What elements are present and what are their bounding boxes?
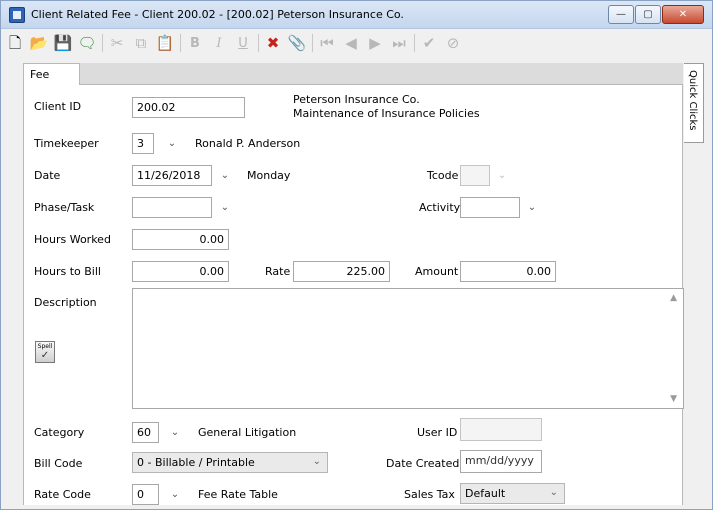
- accept-icon[interactable]: ✔: [419, 33, 439, 53]
- spell-label: Spell: [37, 343, 53, 350]
- activity-dropdown-icon[interactable]: ⌄: [524, 198, 540, 216]
- delete-icon[interactable]: ✖: [263, 33, 283, 53]
- date-dropdown-icon[interactable]: ⌄: [217, 166, 233, 184]
- user-id-label: User ID: [417, 426, 458, 439]
- quick-clicks-tab[interactable]: Quick Clicks: [684, 63, 704, 143]
- date-label: Date: [34, 169, 61, 182]
- matter-description: Maintenance of Insurance Policies: [293, 107, 480, 120]
- hours-worked-label: Hours Worked: [34, 233, 111, 246]
- description-textarea[interactable]: ▲ ▼: [132, 288, 684, 409]
- timekeeper-label: Timekeeper: [34, 137, 99, 150]
- activity-field[interactable]: [460, 197, 520, 218]
- activity-label: Activity: [419, 201, 461, 214]
- chevron-down-icon: ⌄: [549, 487, 558, 498]
- notes-icon[interactable]: 🗨: [77, 33, 97, 53]
- timekeeper-dropdown-icon[interactable]: ⌄: [164, 134, 180, 152]
- cut-icon[interactable]: ✂: [107, 33, 127, 53]
- bill-code-select[interactable]: 0 - Billable / Printable ⌄: [132, 452, 328, 473]
- tab-fee[interactable]: Fee: [23, 63, 80, 86]
- tcode-label: Tcode: [427, 169, 459, 182]
- previous-icon[interactable]: ◀: [341, 33, 361, 53]
- new-icon[interactable]: 🗋: [5, 33, 25, 53]
- next-icon[interactable]: ▶: [365, 33, 385, 53]
- toolbar-separator: [102, 34, 103, 52]
- amount-field[interactable]: 0.00: [460, 261, 556, 282]
- last-icon[interactable]: ⏭: [389, 33, 409, 53]
- app-icon: [9, 7, 25, 23]
- quick-clicks-label: Quick Clicks: [687, 70, 698, 131]
- save-icon[interactable]: 💾: [53, 33, 73, 53]
- client-id-label: Client ID: [34, 100, 82, 113]
- hours-to-bill-label: Hours to Bill: [34, 265, 101, 278]
- phase-task-field[interactable]: [132, 197, 212, 218]
- underline-icon[interactable]: U: [233, 33, 253, 53]
- phase-task-label: Phase/Task: [34, 201, 95, 214]
- window-title: Client Related Fee - Client 200.02 - [20…: [31, 8, 404, 21]
- category-label: Category: [34, 426, 85, 439]
- sales-tax-label: Sales Tax: [404, 488, 455, 501]
- sales-tax-select[interactable]: Default ⌄: [460, 483, 565, 504]
- italic-icon[interactable]: I: [209, 33, 229, 53]
- client-id-field[interactable]: 200.02: [132, 97, 245, 118]
- spell-check-button[interactable]: Spell ✓: [35, 341, 55, 363]
- date-field[interactable]: 11/26/2018: [132, 165, 212, 186]
- scroll-up-icon[interactable]: ▲: [670, 293, 677, 303]
- close-button[interactable]: ✕: [662, 5, 704, 24]
- rate-code-field[interactable]: 0: [132, 484, 159, 505]
- category-name: General Litigation: [198, 426, 297, 439]
- hours-worked-field[interactable]: 0.00: [132, 229, 229, 250]
- category-dropdown-icon[interactable]: ⌄: [167, 423, 183, 441]
- toolbar-separator: [180, 34, 181, 52]
- paste-icon[interactable]: 📋: [155, 33, 175, 53]
- date-created-label: Date Created: [386, 457, 460, 470]
- tab-strip: Fee: [23, 63, 683, 86]
- maximize-button[interactable]: ▢: [635, 5, 661, 24]
- tcode-dropdown-icon[interactable]: ⌄: [494, 166, 510, 184]
- phase-task-dropdown-icon[interactable]: ⌄: [217, 198, 233, 216]
- rate-label: Rate: [265, 265, 291, 278]
- description-label: Description: [34, 296, 97, 309]
- chevron-down-icon: ⌄: [312, 456, 321, 467]
- bill-code-value: 0 - Billable / Printable: [137, 456, 255, 469]
- tcode-field[interactable]: [460, 165, 490, 186]
- first-icon[interactable]: ⏮: [317, 33, 337, 53]
- timekeeper-field[interactable]: 3: [132, 133, 154, 154]
- date-created-field[interactable]: mm/dd/yyyy: [460, 450, 542, 473]
- minimize-button[interactable]: —: [608, 5, 634, 24]
- timekeeper-name: Ronald P. Anderson: [195, 137, 301, 150]
- attach-icon[interactable]: 📎: [287, 33, 307, 53]
- bold-icon[interactable]: B: [185, 33, 205, 53]
- title-bar[interactable]: Client Related Fee - Client 200.02 - [20…: [1, 1, 712, 29]
- fee-form-panel: Client ID 200.02 Peterson Insurance Co. …: [23, 85, 684, 505]
- hours-to-bill-field[interactable]: 0.00: [132, 261, 229, 282]
- window-controls: — ▢ ✕: [607, 5, 704, 24]
- rate-field[interactable]: 225.00: [293, 261, 390, 282]
- toolbar-separator: [312, 34, 313, 52]
- toolbar-separator: [414, 34, 415, 52]
- bill-code-label: Bill Code: [34, 457, 83, 470]
- scroll-down-icon[interactable]: ▼: [670, 394, 677, 404]
- date-weekday: Monday: [247, 169, 291, 182]
- client-related-fee-window: Client Related Fee - Client 200.02 - [20…: [0, 0, 713, 510]
- client-name: Peterson Insurance Co.: [293, 93, 420, 106]
- category-field[interactable]: 60: [132, 422, 159, 443]
- toolbar: 🗋 📂 💾 🗨 ✂ ⧉ 📋 B I U ✖ 📎 ⏮ ◀ ▶ ⏭ ✔ ⊘: [1, 29, 712, 57]
- user-id-field[interactable]: [460, 418, 542, 441]
- copy-icon[interactable]: ⧉: [131, 33, 151, 53]
- rate-code-label: Rate Code: [34, 488, 91, 501]
- sales-tax-value: Default: [465, 487, 506, 500]
- rate-code-name: Fee Rate Table: [198, 488, 278, 501]
- checkmark-icon: ✓: [40, 350, 50, 361]
- toolbar-separator: [258, 34, 259, 52]
- amount-label: Amount: [415, 265, 459, 278]
- rate-code-dropdown-icon[interactable]: ⌄: [167, 485, 183, 503]
- open-icon[interactable]: 📂: [29, 33, 49, 53]
- cancel-icon[interactable]: ⊘: [443, 33, 463, 53]
